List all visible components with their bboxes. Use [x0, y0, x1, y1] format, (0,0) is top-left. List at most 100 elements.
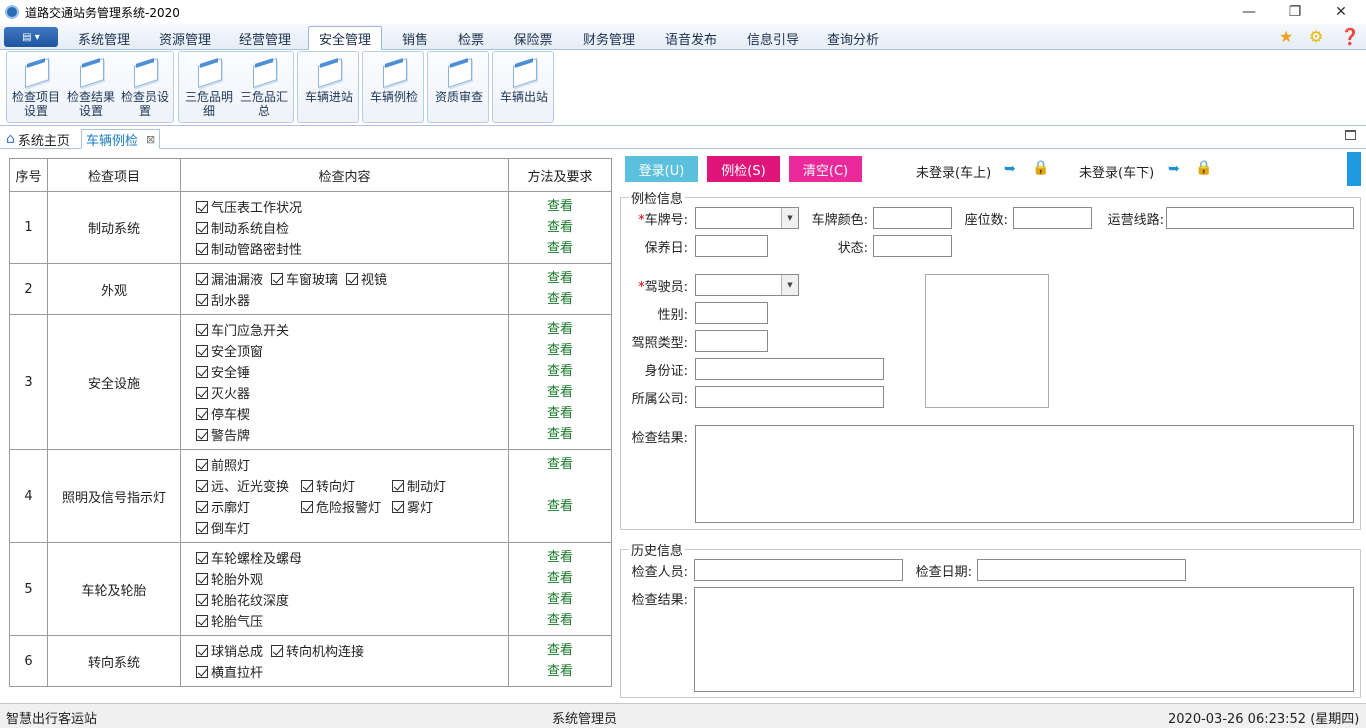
checkbox-checked-icon[interactable]	[196, 614, 208, 627]
check-option[interactable]: 安全锤	[196, 362, 250, 381]
check-option[interactable]: 横直拉杆	[196, 662, 263, 681]
menu-tab-5[interactable]: 检票	[448, 26, 494, 50]
driver-select[interactable]: ▼	[695, 274, 799, 296]
check-option[interactable]: 灭火器	[196, 383, 250, 402]
checkbox-checked-icon[interactable]	[301, 479, 313, 492]
menu-tab-4[interactable]: 销售	[392, 26, 438, 50]
checkbox-checked-icon[interactable]	[196, 458, 208, 471]
tab-home[interactable]: ⌂ 系统主页	[2, 129, 74, 149]
tab-close-icon[interactable]: ⊠	[146, 133, 155, 146]
check-option[interactable]: 停车楔	[196, 404, 250, 423]
scrollbar-indicator[interactable]	[1347, 152, 1361, 186]
view-link[interactable]: 查看	[509, 661, 611, 682]
tab-vehicle-inspection[interactable]: 车辆例检 ⊠	[81, 129, 161, 149]
check-option[interactable]: 倒车灯	[196, 518, 250, 537]
check-option[interactable]: 制动系统自检	[196, 218, 289, 237]
restore-button[interactable]: ❐	[1272, 0, 1318, 24]
checkbox-checked-icon[interactable]	[196, 572, 208, 585]
clear-button[interactable]: 清空(C)	[789, 156, 862, 182]
view-link[interactable]: 查看	[509, 610, 611, 631]
view-link[interactable]: 查看	[509, 196, 611, 217]
ribbon-btn-hazmat-detail[interactable]: 三危品明细	[182, 52, 236, 122]
chevron-down-icon[interactable]: ▼	[781, 275, 798, 295]
menu-tab-8[interactable]: 语音发布	[654, 26, 728, 50]
seats-field[interactable]	[1013, 207, 1092, 229]
view-link[interactable]: 查看	[509, 238, 611, 259]
check-option[interactable]: 雾灯	[392, 497, 433, 516]
maintenance-date-field[interactable]	[695, 235, 768, 257]
view-link[interactable]: 查看	[509, 496, 611, 517]
chevron-down-icon[interactable]: ▼	[781, 208, 798, 228]
company-field[interactable]	[695, 386, 884, 408]
view-link[interactable]: 查看	[509, 217, 611, 238]
checkbox-checked-icon[interactable]	[196, 407, 208, 420]
close-button[interactable]: ✕	[1318, 0, 1364, 24]
check-option[interactable]: 车窗玻璃	[271, 269, 338, 288]
minimize-button[interactable]: —	[1226, 0, 1272, 24]
checkbox-checked-icon[interactable]	[196, 323, 208, 336]
lock-icon[interactable]: 🔒	[1195, 160, 1212, 176]
id-card-field[interactable]	[695, 358, 884, 380]
checkbox-checked-icon[interactable]	[196, 365, 208, 378]
ribbon-btn-vehicle-enter[interactable]: 车辆进站	[301, 52, 357, 122]
check-option[interactable]: 球销总成	[196, 641, 263, 660]
view-link[interactable]: 查看	[509, 424, 611, 445]
login-button[interactable]: 登录(U)	[625, 156, 698, 182]
checkbox-checked-icon[interactable]	[196, 344, 208, 357]
checkbox-checked-icon[interactable]	[196, 428, 208, 441]
history-result-textarea[interactable]	[694, 587, 1354, 692]
logout-arrow-icon[interactable]: ➥	[1168, 161, 1180, 177]
checkbox-checked-icon[interactable]	[196, 551, 208, 564]
checkbox-checked-icon[interactable]	[196, 221, 208, 234]
checkbox-checked-icon[interactable]	[271, 272, 284, 285]
view-link[interactable]: 查看	[509, 319, 611, 340]
ribbon-btn-qualification-review[interactable]: 资质审查	[431, 52, 487, 122]
ribbon-btn-hazmat-summary[interactable]: 三危品汇总	[237, 52, 291, 122]
plate-number-select[interactable]: ▼	[695, 207, 799, 229]
check-result-textarea[interactable]	[695, 425, 1354, 523]
checkbox-checked-icon[interactable]	[196, 665, 208, 678]
ribbon-btn-inspection-item-settings[interactable]: 检查项目设置	[9, 52, 63, 122]
ribbon-btn-inspection-result-settings[interactable]: 检查结果设置	[64, 52, 118, 122]
view-link[interactable]: 查看	[509, 382, 611, 403]
view-link[interactable]: 查看	[509, 403, 611, 424]
checkbox-checked-icon[interactable]	[196, 386, 208, 399]
ribbon-btn-vehicle-exit[interactable]: 车辆出站	[496, 52, 552, 122]
gender-field[interactable]	[695, 302, 768, 324]
check-option[interactable]: 安全顶窗	[196, 341, 263, 360]
menu-tab-3[interactable]: 安全管理	[308, 26, 382, 50]
menu-tab-1[interactable]: 资源管理	[148, 26, 222, 50]
maximize-panel-icon[interactable]	[1345, 130, 1356, 140]
view-link[interactable]: 查看	[509, 268, 611, 289]
checkbox-checked-icon[interactable]	[196, 293, 208, 306]
checkbox-checked-icon[interactable]	[196, 644, 208, 657]
ribbon-btn-inspector-settings[interactable]: 检查员设置	[118, 52, 172, 122]
checkbox-checked-icon[interactable]	[196, 242, 208, 255]
view-link[interactable]: 查看	[509, 568, 611, 589]
check-option[interactable]: 警告牌	[196, 425, 250, 444]
favorite-star-icon[interactable]: ★	[1279, 27, 1293, 46]
logout-arrow-icon[interactable]: ➥	[1004, 161, 1016, 177]
license-type-field[interactable]	[695, 330, 768, 352]
check-option[interactable]: 制动管路密封性	[196, 239, 302, 258]
view-link[interactable]: 查看	[509, 340, 611, 361]
checkbox-checked-icon[interactable]	[301, 500, 313, 513]
view-link[interactable]: 查看	[509, 289, 611, 310]
checkbox-checked-icon[interactable]	[196, 593, 208, 606]
settings-gear-icon[interactable]: ⚙	[1309, 27, 1323, 46]
check-option[interactable]: 车轮螺栓及螺母	[196, 548, 302, 567]
plate-color-field[interactable]	[873, 207, 952, 229]
check-option[interactable]: 漏油漏液	[196, 269, 263, 288]
check-option[interactable]: 气压表工作状况	[196, 197, 302, 216]
status-field[interactable]	[873, 235, 952, 257]
menu-tab-10[interactable]: 查询分析	[816, 26, 890, 50]
view-link[interactable]: 查看	[509, 454, 611, 475]
checkbox-checked-icon[interactable]	[196, 272, 208, 285]
checkbox-checked-icon[interactable]	[196, 521, 208, 534]
checkbox-checked-icon[interactable]	[271, 644, 284, 657]
check-option[interactable]: 车门应急开关	[196, 320, 289, 339]
menu-tab-2[interactable]: 经营管理	[228, 26, 302, 50]
checkbox-checked-icon[interactable]	[346, 272, 359, 285]
view-link[interactable]: 查看	[509, 640, 611, 661]
view-link[interactable]: 查看	[509, 589, 611, 610]
